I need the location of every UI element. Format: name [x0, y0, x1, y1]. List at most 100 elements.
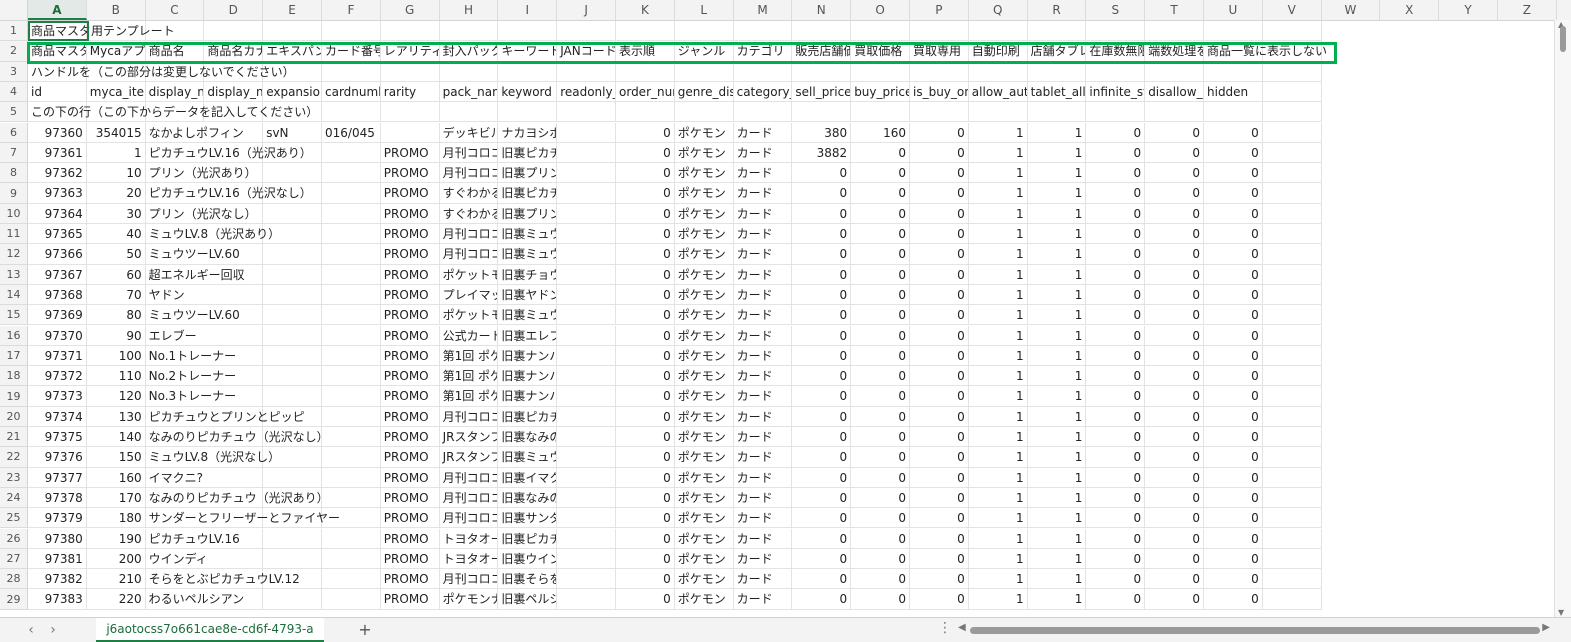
cell-b8[interactable]: 10 — [86, 163, 146, 184]
cell-k22[interactable]: 0 — [616, 447, 675, 468]
cell-u11[interactable]: 0 — [1204, 224, 1263, 245]
cell-i20[interactable]: 旧裏ピカチュウトプリ — [498, 406, 558, 427]
cell-l27[interactable]: ポケモン — [674, 548, 734, 570]
cell-q21[interactable]: 1 — [968, 427, 1028, 448]
cell-v18[interactable] — [1262, 366, 1322, 387]
cell-l9[interactable]: ポケモン — [674, 183, 734, 204]
cell-r12[interactable]: 1 — [1027, 244, 1087, 265]
cell-g27[interactable]: PROMO — [380, 548, 440, 570]
cell-p29[interactable]: 0 — [910, 589, 969, 610]
cell-g8[interactable]: PROMO — [380, 163, 440, 184]
cell-f6[interactable]: 016/045 — [322, 122, 381, 143]
cell-a8[interactable]: 97362 — [28, 163, 87, 184]
cell-s15[interactable]: 0 — [1086, 305, 1146, 326]
cell-i8[interactable]: 旧裏プリン プリン ぷ — [498, 163, 558, 184]
cell-v11[interactable] — [1262, 224, 1322, 245]
cell-p26[interactable]: 0 — [910, 528, 969, 549]
row-header[interactable]: 12 — [0, 244, 28, 265]
cell-c24[interactable]: なみのりピカチュウ（光沢あり） — [145, 487, 329, 509]
cell-c26[interactable]: ピカチュウLV.16 — [145, 528, 264, 549]
cell-i24[interactable]: 旧裏なみのりピカチュ — [498, 487, 558, 509]
cell-r16[interactable]: 1 — [1027, 325, 1087, 346]
cell-f9[interactable] — [322, 183, 381, 204]
cell-q24[interactable]: 1 — [968, 487, 1028, 509]
cell-m24[interactable]: カード — [733, 487, 793, 509]
cell-q22[interactable]: 1 — [968, 447, 1028, 468]
cell-v26[interactable] — [1262, 528, 1322, 549]
cell-n1[interactable] — [792, 21, 852, 42]
cell-o24[interactable]: 0 — [851, 487, 910, 509]
cell-l7[interactable]: ポケモン — [674, 142, 734, 164]
cell-o7[interactable]: 0 — [851, 142, 910, 164]
horizontal-scroll-thumb[interactable] — [970, 627, 1540, 634]
column-header-q[interactable]: Q — [969, 0, 1028, 20]
cell-b19[interactable]: 120 — [86, 386, 146, 407]
cell-u2[interactable]: 商品一覧に表示しない — [1204, 41, 1327, 62]
cell-s3[interactable] — [1086, 61, 1146, 82]
cell-i17[interactable]: 旧裏ナンバーワントL — [498, 345, 558, 367]
cell-v13[interactable] — [1262, 264, 1322, 285]
cell-f3[interactable] — [322, 61, 381, 82]
cell-q15[interactable]: 1 — [968, 305, 1028, 326]
cell-o20[interactable]: 0 — [851, 406, 910, 427]
cell-h18[interactable]: 第1回 ポケ — [439, 366, 499, 387]
cell-m21[interactable]: カード — [733, 427, 793, 448]
cell-g13[interactable]: PROMO — [380, 264, 440, 285]
cell-e19[interactable] — [263, 386, 322, 407]
cell-h20[interactable]: 月刊コロコ — [439, 406, 499, 427]
cell-a6[interactable]: 97360 — [28, 122, 87, 143]
cell-i6[interactable]: ナカヨシポフィン な — [498, 122, 558, 143]
cell-o13[interactable]: 0 — [851, 264, 910, 285]
cell-j2[interactable]: JANコード — [557, 41, 616, 62]
cell-o4[interactable]: buy_price — [851, 81, 910, 103]
cell-i1[interactable] — [498, 21, 558, 42]
cell-c2[interactable]: 商品名 — [145, 41, 205, 62]
cell-n10[interactable]: 0 — [792, 203, 852, 224]
cell-k11[interactable]: 0 — [616, 224, 675, 245]
row-header[interactable]: 17 — [0, 345, 28, 367]
cell-t23[interactable]: 0 — [1145, 467, 1204, 488]
cell-j14[interactable] — [557, 284, 616, 306]
cell-p17[interactable]: 0 — [910, 345, 969, 367]
cell-r7[interactable]: 1 — [1027, 142, 1087, 164]
cell-n21[interactable]: 0 — [792, 427, 852, 448]
cell-s13[interactable]: 0 — [1086, 264, 1146, 285]
row-header[interactable]: 23 — [0, 467, 28, 488]
cell-n26[interactable]: 0 — [792, 528, 852, 549]
cell-m18[interactable]: カード — [733, 366, 793, 387]
cell-o3[interactable] — [851, 61, 910, 82]
cell-k28[interactable]: 0 — [616, 569, 675, 590]
cell-e29[interactable] — [263, 589, 322, 610]
cell-v16[interactable] — [1262, 325, 1322, 346]
cell-s21[interactable]: 0 — [1086, 427, 1146, 448]
cell-f29[interactable] — [322, 589, 381, 610]
cell-n4[interactable]: sell_price — [792, 81, 852, 103]
cell-e12[interactable] — [263, 244, 322, 265]
cell-e15[interactable] — [263, 305, 322, 326]
cell-m2[interactable]: カテゴリ — [733, 41, 793, 62]
next-sheet-icon[interactable]: › — [44, 621, 62, 639]
cell-m1[interactable] — [733, 21, 793, 42]
cell-u25[interactable]: 0 — [1204, 508, 1263, 529]
cell-s11[interactable]: 0 — [1086, 224, 1146, 245]
row-header[interactable]: 14 — [0, 284, 28, 306]
cell-c18[interactable]: No.2トレーナー — [145, 366, 264, 387]
cell-f15[interactable] — [322, 305, 381, 326]
cell-b24[interactable]: 170 — [86, 487, 146, 509]
cell-i15[interactable]: 旧裏ミュウツー ミュ — [498, 305, 558, 326]
cell-o14[interactable]: 0 — [851, 284, 910, 306]
cell-h23[interactable]: 月刊コロコ — [439, 467, 499, 488]
cell-f2[interactable]: カード番号 — [322, 41, 381, 62]
cell-p3[interactable] — [910, 61, 969, 82]
cell-n18[interactable]: 0 — [792, 366, 852, 387]
cell-l10[interactable]: ポケモン — [674, 203, 734, 224]
column-header-d[interactable]: D — [204, 0, 264, 20]
more-options-icon[interactable]: ⋮ — [938, 620, 952, 636]
cell-s6[interactable]: 0 — [1086, 122, 1146, 143]
cell-q5[interactable] — [968, 102, 1028, 123]
cell-m22[interactable]: カード — [733, 447, 793, 468]
cell-p27[interactable]: 0 — [910, 548, 969, 570]
row-header[interactable]: 6 — [0, 122, 28, 143]
cell-h8[interactable]: 月刊コロコ — [439, 163, 499, 184]
cell-b22[interactable]: 150 — [86, 447, 146, 468]
